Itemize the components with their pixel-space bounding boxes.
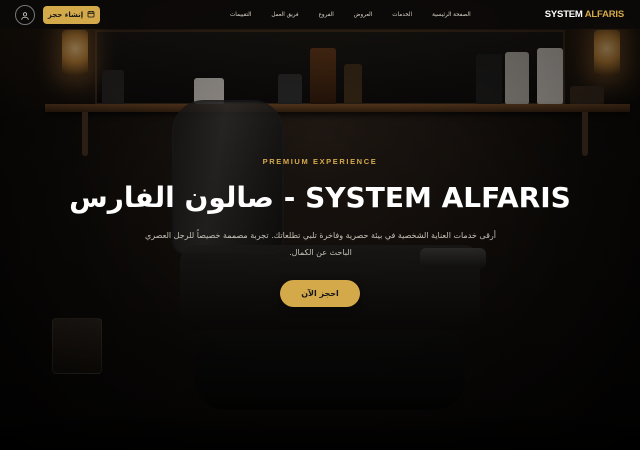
calendar-icon [87, 10, 95, 20]
background-overlay [0, 0, 640, 450]
user-icon [20, 6, 30, 25]
nav-link-branches[interactable]: الفروع [309, 12, 344, 18]
hero-subtitle: أرقى خدمات العناية الشخصية في بيئة حصرية… [145, 231, 496, 257]
nav-links: الصفحة الرئيسية الخدمات العروض الفروع فر… [220, 0, 481, 29]
brand-primary: SYSTEM [544, 9, 583, 20]
user-account-button[interactable] [15, 5, 35, 25]
nav-link-reviews[interactable]: التقييمات [220, 12, 261, 18]
background-overlay-bottom [0, 410, 640, 450]
hero-title: صالون الفارس - SYSTEM ALFARIS [69, 181, 571, 214]
create-booking-button[interactable]: إنشاء حجز [43, 6, 100, 24]
nav-link-services[interactable]: الخدمات [382, 12, 422, 18]
book-button-label: إنشاء حجز [47, 11, 84, 19]
brand-logo[interactable]: SYSTEM ALFARIS [545, 9, 624, 20]
book-now-button[interactable]: احجز الآن [280, 280, 360, 307]
brand-accent: ALFARIS [584, 9, 624, 20]
nav-link-offers[interactable]: العروض [344, 12, 383, 18]
navbar: إنشاء حجز الصفحة الرئيسية الخدمات العروض… [0, 0, 640, 29]
hero-section: إنشاء حجز الصفحة الرئيسية الخدمات العروض… [0, 0, 640, 450]
hero-eyebrow: PREMIUM EXPERIENCE [262, 157, 378, 166]
nav-link-team[interactable]: فريق العمل [261, 12, 308, 18]
nav-link-home[interactable]: الصفحة الرئيسية [422, 12, 481, 18]
